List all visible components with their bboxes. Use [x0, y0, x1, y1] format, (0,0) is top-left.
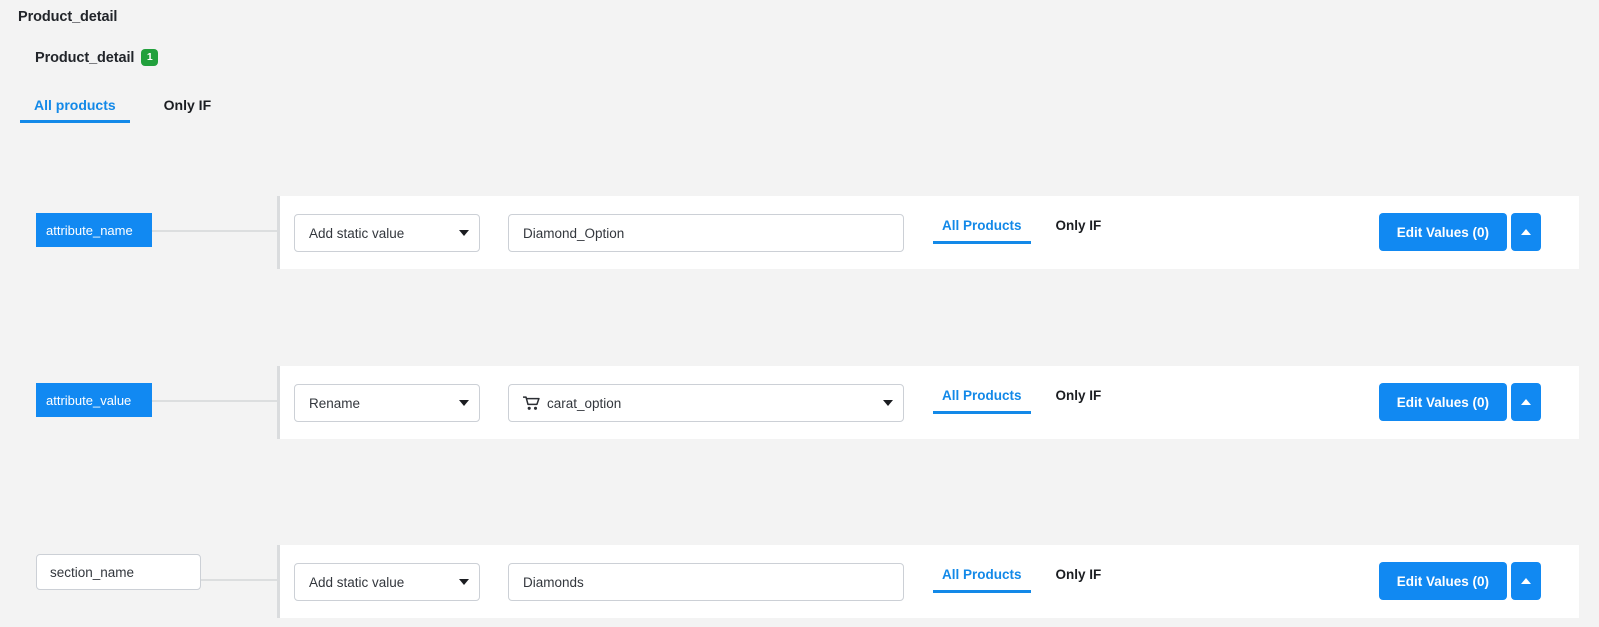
row-tab-all-products[interactable]: All Products	[933, 215, 1031, 244]
tab-only-if[interactable]: Only IF	[150, 93, 225, 123]
value-select[interactable]: carat_option	[508, 384, 904, 422]
chevron-down-icon	[459, 230, 469, 236]
field-input-text: section_name	[50, 564, 135, 580]
row-actions: Edit Values (0)	[1378, 562, 1541, 600]
tab-all-products[interactable]: All products	[20, 93, 130, 123]
row-actions: Edit Values (0)	[1378, 383, 1541, 421]
action-select[interactable]: Add static value	[294, 214, 480, 252]
group-title: Product_detail	[35, 49, 135, 66]
mapping-row-card: Rename carat_option All Products Only IF…	[277, 366, 1579, 439]
mapping-row: section_name Add static value Diamonds A…	[0, 545, 1599, 618]
value-input[interactable]: Diamonds	[508, 563, 904, 601]
edit-values-button[interactable]: Edit Values (0)	[1378, 213, 1507, 251]
row-collapse-button[interactable]	[1511, 383, 1541, 421]
chevron-down-icon	[459, 579, 469, 585]
action-select[interactable]: Rename	[294, 384, 480, 422]
mapping-row: attribute_value Rename carat_option All …	[0, 366, 1599, 439]
product-detail-mapping-screen: Product_detail Product_detail 1 All prod…	[0, 0, 1599, 627]
row-tab-bar: All Products Only IF	[933, 215, 1110, 244]
field-chip-attribute-name[interactable]: attribute_name	[36, 213, 152, 247]
action-select[interactable]: Add static value	[294, 563, 480, 601]
value-input-text: Diamond_Option	[523, 225, 625, 241]
action-select-label: Rename	[309, 395, 361, 411]
row-actions: Edit Values (0)	[1378, 213, 1541, 251]
status-badge: 1	[141, 49, 159, 66]
value-input[interactable]: Diamond_Option	[508, 214, 904, 252]
row-tab-only-if[interactable]: Only IF	[1047, 564, 1111, 593]
connector-line	[152, 230, 277, 232]
row-tab-only-if[interactable]: Only IF	[1047, 385, 1111, 414]
row-tab-bar: All Products Only IF	[933, 564, 1110, 593]
caret-up-icon	[1521, 399, 1531, 405]
mapping-row-card: Add static value Diamonds All Products O…	[277, 545, 1579, 618]
action-select-label: Add static value	[309, 225, 405, 241]
shopping-cart-icon	[523, 395, 540, 411]
mapping-row: attribute_name Add static value Diamond_…	[0, 196, 1599, 269]
group-header: Product_detail 1	[35, 49, 159, 66]
row-tab-only-if[interactable]: Only IF	[1047, 215, 1111, 244]
action-select-label: Add static value	[309, 574, 405, 590]
page-title: Product_detail	[18, 9, 118, 25]
chevron-down-icon	[883, 400, 893, 406]
field-chip-attribute-value[interactable]: attribute_value	[36, 383, 152, 417]
top-tab-bar: All products Only IF	[20, 93, 225, 123]
row-tab-all-products[interactable]: All Products	[933, 564, 1031, 593]
row-tab-all-products[interactable]: All Products	[933, 385, 1031, 414]
connector-line	[201, 579, 277, 581]
caret-up-icon	[1521, 229, 1531, 235]
value-input-text: Diamonds	[523, 574, 584, 590]
row-collapse-button[interactable]	[1511, 562, 1541, 600]
row-tab-bar: All Products Only IF	[933, 385, 1110, 414]
edit-values-button[interactable]: Edit Values (0)	[1378, 562, 1507, 600]
row-collapse-button[interactable]	[1511, 213, 1541, 251]
field-input-section-name[interactable]: section_name	[36, 554, 201, 590]
edit-values-button[interactable]: Edit Values (0)	[1378, 383, 1507, 421]
caret-up-icon	[1521, 578, 1531, 584]
chevron-down-icon	[459, 400, 469, 406]
mapping-row-card: Add static value Diamond_Option All Prod…	[277, 196, 1579, 269]
value-select-label: carat_option	[547, 395, 622, 411]
connector-line	[152, 400, 277, 402]
